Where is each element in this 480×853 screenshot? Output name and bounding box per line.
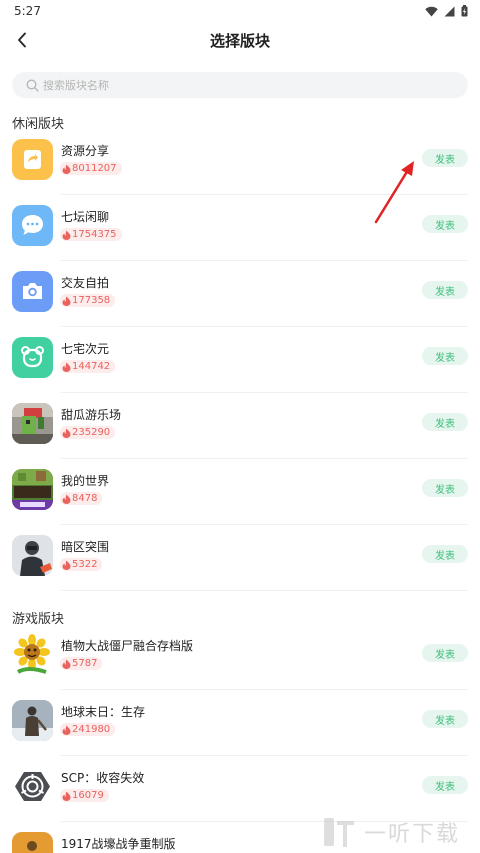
flame-icon: [62, 560, 71, 570]
heat-badge: 8011207: [60, 162, 122, 175]
heat-count: 5322: [72, 559, 98, 570]
chevron-left-icon: [18, 32, 26, 48]
heat-badge: 8478: [60, 492, 103, 505]
back-button[interactable]: [8, 26, 36, 54]
heat-count: 8011207: [72, 163, 117, 174]
flame-icon: [62, 659, 71, 669]
post-button[interactable]: 发表: [422, 281, 468, 299]
game-icon-survival: [12, 700, 53, 741]
board-name: 交友自拍: [61, 276, 110, 290]
watermark: 一听下载: [322, 810, 480, 853]
camera-icon: [12, 271, 53, 312]
flame-icon: [62, 791, 71, 801]
board-row-resource-share[interactable]: 资源分享 8011207 发表: [0, 129, 480, 195]
heat-count: 177358: [72, 295, 111, 306]
game-icon-arena-breakout: [12, 535, 53, 576]
divider: [61, 590, 468, 591]
heat-badge: 1754375: [60, 228, 122, 241]
game-icon-scp: [12, 766, 53, 807]
heat-count: 5787: [72, 658, 98, 669]
search-input[interactable]: [43, 78, 423, 92]
board-name: 1917战壕战争重制版: [61, 837, 176, 851]
post-button[interactable]: 发表: [422, 347, 468, 365]
board-name: 我的世界: [61, 474, 110, 488]
post-button[interactable]: 发表: [422, 644, 468, 662]
share-icon: [12, 139, 53, 180]
board-row-minecraft[interactable]: 我的世界 8478 发表: [0, 459, 480, 525]
board-row-arena-breakout[interactable]: 暗区突围 5322 发表: [0, 525, 480, 591]
post-button[interactable]: 发表: [422, 710, 468, 728]
flame-icon: [62, 296, 71, 306]
board-row-pvz-fusion[interactable]: 植物大战僵尸融合存档版 5787 发表: [0, 624, 480, 690]
heat-count: 144742: [72, 361, 111, 372]
heat-badge: 144742: [60, 360, 116, 373]
wifi-icon: [425, 6, 438, 16]
board-row-selfie[interactable]: 交友自拍 177358 发表: [0, 261, 480, 327]
board-row-chat[interactable]: 七坛闲聊 1754375 发表: [0, 195, 480, 261]
post-button[interactable]: 发表: [422, 776, 468, 794]
board-row-melon-playground[interactable]: 甜瓜游乐场 235290 发表: [0, 393, 480, 459]
board-name: 资源分享: [61, 144, 110, 158]
heat-badge: 177358: [60, 294, 116, 307]
heat-badge: 16079: [60, 789, 109, 802]
heat-badge: 5787: [60, 657, 103, 670]
flame-icon: [62, 230, 71, 240]
game-icon-trench: [12, 832, 53, 853]
post-button[interactable]: 发表: [422, 215, 468, 233]
watermark-text: 一听下载: [364, 821, 461, 847]
board-row-last-day-on-earth[interactable]: 地球末日：生存 241980 发表: [0, 690, 480, 756]
post-button[interactable]: 发表: [422, 413, 468, 431]
flame-icon: [62, 362, 71, 372]
status-bar: 5:27: [0, 0, 480, 22]
board-name: 地球末日：生存: [61, 705, 146, 719]
post-button[interactable]: 发表: [422, 149, 468, 167]
board-name: SCP：收容失效: [61, 771, 145, 785]
heat-count: 8478: [72, 493, 98, 504]
signal-icon: [444, 6, 455, 16]
board-name: 甜瓜游乐场: [61, 408, 122, 422]
board-name: 植物大战僵尸融合存档版: [61, 639, 194, 653]
game-icon-minecraft: [12, 469, 53, 510]
board-row-anime[interactable]: 七宅次元 144742 发表: [0, 327, 480, 393]
heat-count: 241980: [72, 724, 111, 735]
post-button[interactable]: 发表: [422, 479, 468, 497]
chat-bubble-icon: [12, 205, 53, 246]
heat-badge: 5322: [60, 558, 103, 571]
battery-icon: [461, 5, 468, 17]
search-bar[interactable]: [12, 72, 468, 98]
search-icon: [26, 79, 39, 92]
flame-icon: [62, 725, 71, 735]
status-time: 5:27: [14, 4, 41, 18]
heat-count: 16079: [72, 790, 104, 801]
flame-icon: [62, 164, 71, 174]
board-name: 七宅次元: [61, 342, 110, 356]
heat-count: 1754375: [72, 229, 117, 240]
watermark-logo-icon: [324, 817, 354, 847]
heat-badge: 241980: [60, 723, 116, 736]
game-icon-sunflower: [12, 634, 53, 675]
game-icon-melon-playground: [12, 403, 53, 444]
page-title: 选择版块: [209, 31, 270, 50]
bear-face-icon: [12, 337, 53, 378]
flame-icon: [62, 494, 71, 504]
board-name: 七坛闲聊: [61, 210, 110, 224]
board-name: 暗区突围: [61, 540, 110, 554]
flame-icon: [62, 428, 71, 438]
heat-badge: 235290: [60, 426, 116, 439]
post-button[interactable]: 发表: [422, 545, 468, 563]
heat-count: 235290: [72, 427, 111, 438]
header: 选择版块: [0, 22, 480, 58]
